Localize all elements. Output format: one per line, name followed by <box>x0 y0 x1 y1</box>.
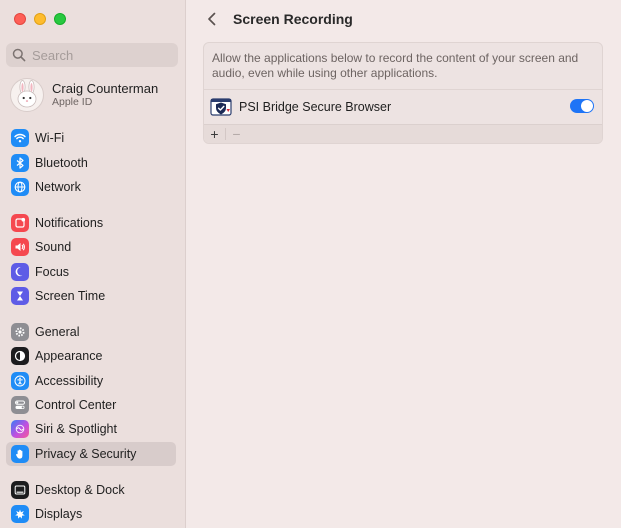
sidebar-item-appearance[interactable]: Appearance <box>6 344 176 368</box>
display-icon <box>11 505 29 523</box>
gear-icon <box>11 323 29 341</box>
control-center-icon <box>11 396 29 414</box>
sidebar-item-label: Sound <box>35 240 72 254</box>
hand-icon <box>11 445 29 463</box>
sidebar-item-control-center[interactable]: Control Center <box>6 393 176 417</box>
sidebar-item-screen-time[interactable]: Screen Time <box>6 284 176 308</box>
sidebar: Craig Counterman Apple ID Wi-Fi Bluetoot… <box>0 0 186 528</box>
close-button[interactable] <box>14 13 26 25</box>
sidebar-item-label: Network <box>35 180 81 194</box>
sidebar-item-label: Bluetooth <box>35 156 88 170</box>
back-button[interactable] <box>204 9 220 29</box>
sidebar-item-label: Accessibility <box>35 374 104 388</box>
page-title: Screen Recording <box>233 11 353 27</box>
profile-name: Craig Counterman <box>52 81 159 96</box>
app-name: PSI Bridge Secure Browser <box>239 100 392 114</box>
search-field[interactable] <box>6 43 178 67</box>
sidebar-item-network[interactable]: Network <box>6 175 176 199</box>
wifi-icon <box>11 129 29 147</box>
bluetooth-icon <box>11 154 29 172</box>
sidebar-item-label: Focus <box>35 265 70 279</box>
main-content: Screen Recording Allow the applications … <box>186 0 621 528</box>
panel-description: Allow the applications below to record t… <box>212 51 579 80</box>
maximize-button[interactable] <box>54 13 66 25</box>
shield-icon <box>210 98 232 116</box>
sidebar-item-label: Wi-Fi <box>35 131 65 145</box>
settings-window: Craig Counterman Apple ID Wi-Fi Bluetoot… <box>0 0 621 528</box>
sidebar-item-desktop-dock[interactable]: Desktop & Dock <box>6 478 176 502</box>
apple-id-profile[interactable]: Craig Counterman Apple ID <box>10 78 158 112</box>
accessibility-icon <box>11 372 29 390</box>
sidebar-item-accessibility[interactable]: Accessibility <box>6 369 176 393</box>
sidebar-item-label: Desktop & Dock <box>35 483 125 497</box>
dock-icon <box>11 481 29 499</box>
sidebar-item-label: Privacy & Security <box>35 447 137 461</box>
sidebar-item-wifi[interactable]: Wi-Fi <box>6 126 176 150</box>
speaker-icon <box>11 238 29 256</box>
sidebar-item-bluetooth[interactable]: Bluetooth <box>6 151 176 175</box>
sidebar-item-privacy-security[interactable]: Privacy & Security <box>6 442 176 466</box>
add-app-button[interactable]: + <box>204 125 225 143</box>
sidebar-item-siri-spotlight[interactable]: Siri & Spotlight <box>6 417 176 441</box>
screen-recording-panel: Allow the applications below to record t… <box>203 42 603 144</box>
search-icon <box>12 48 26 62</box>
sidebar-item-focus[interactable]: Focus <box>6 260 176 284</box>
minimize-button[interactable] <box>34 13 46 25</box>
search-input[interactable] <box>32 47 172 63</box>
appearance-icon <box>11 347 29 365</box>
profile-subtitle: Apple ID <box>52 96 93 108</box>
bunny-avatar-icon <box>17 80 37 108</box>
siri-icon <box>11 420 29 438</box>
sidebar-item-label: Screen Time <box>35 289 106 303</box>
sidebar-item-label: General <box>35 325 80 339</box>
avatar <box>10 78 44 112</box>
sidebar-item-sound[interactable]: Sound <box>6 235 176 259</box>
sidebar-item-displays[interactable]: Displays <box>6 502 176 526</box>
sidebar-item-notifications[interactable]: Notifications <box>6 211 176 235</box>
sidebar-item-label: Notifications <box>35 216 104 230</box>
app-row[interactable]: PSI Bridge Secure Browser <box>204 90 602 124</box>
hourglass-icon <box>11 287 29 305</box>
title-bar: Screen Recording <box>204 9 353 29</box>
remove-app-button[interactable]: − <box>226 125 247 143</box>
chevron-left-icon <box>208 12 216 26</box>
traffic-lights <box>14 13 66 25</box>
sidebar-item-label: Displays <box>35 507 83 521</box>
screen-recording-toggle[interactable] <box>570 99 594 113</box>
sidebar-item-general[interactable]: General <box>6 320 176 344</box>
sidebar-item-label: Control Center <box>35 398 117 412</box>
sidebar-item-label: Siri & Spotlight <box>35 422 117 436</box>
sidebar-item-label: Appearance <box>35 349 103 363</box>
moon-icon <box>11 263 29 281</box>
list-controls: + − <box>204 124 602 143</box>
globe-icon <box>11 178 29 196</box>
bell-icon <box>11 214 29 232</box>
